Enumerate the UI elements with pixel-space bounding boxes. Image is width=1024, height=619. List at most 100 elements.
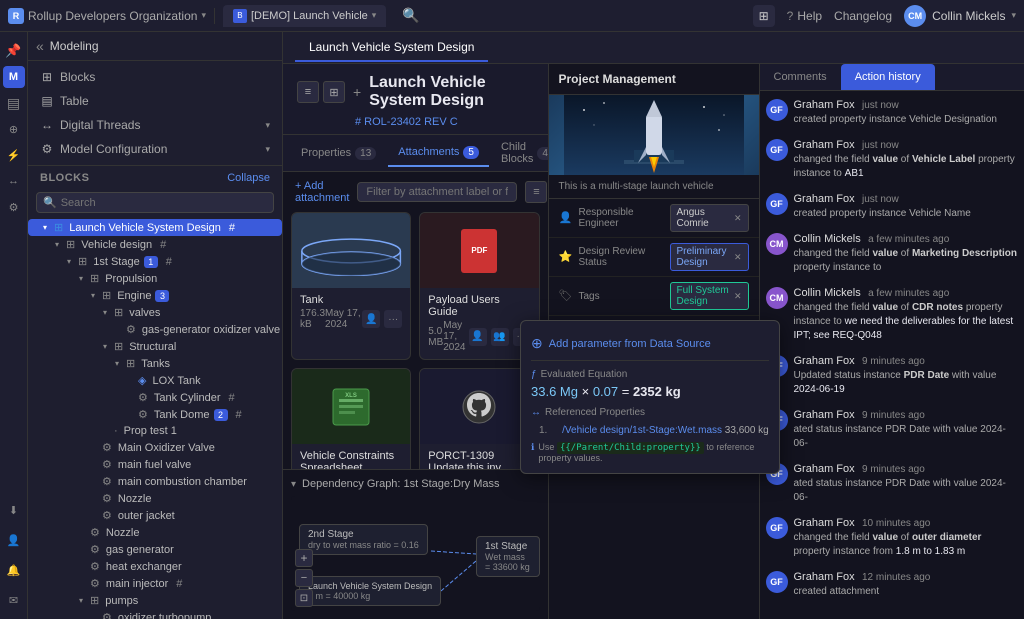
remove-design-icon[interactable]: ✕	[734, 252, 742, 263]
rail-pin-icon[interactable]: 📌	[3, 40, 25, 62]
prop-icon: ⊞	[90, 272, 99, 285]
rail-notify-icon[interactable]: 🔔	[3, 559, 25, 581]
tab-properties[interactable]: Properties 13	[291, 141, 386, 166]
attachment-info: Vehicle Constraints Spreadsheet May 17, …	[292, 444, 410, 469]
tree-item-main-injector[interactable]: ▾ ⚙ main injector #	[28, 575, 282, 592]
sidebar-item-digital-threads[interactable]: ↔ Digital Threads ▾	[28, 113, 282, 137]
tree-item-ox-pump[interactable]: ▾ ⚙ oxidizer turbopump	[28, 609, 282, 619]
tree-item-1st-stage[interactable]: ▾ ⊞ 1st Stage 1 #	[28, 253, 282, 270]
block-title: Launch Vehicle System Design	[369, 74, 533, 110]
project-description: This is a multi-stage launch vehicle	[549, 175, 759, 199]
tree-item-heat-ex[interactable]: ▾ ⚙ heat exchanger	[28, 558, 282, 575]
org-selector[interactable]: R Rollup Developers Organization ▾	[8, 8, 206, 24]
rail-connect-icon[interactable]: ↔	[3, 170, 25, 192]
tree-item-root[interactable]: ▾ ⊞ Launch Vehicle System Design #	[28, 219, 282, 236]
zoom-in-button[interactable]: +	[295, 549, 313, 567]
tab-chevron-icon: ▾	[372, 10, 377, 21]
demo-tab[interactable]: B [DEMO] Launch Vehicle ▾	[223, 5, 386, 27]
rail-filter-icon[interactable]: ⚡	[3, 144, 25, 166]
avatar-cm: CM	[766, 287, 788, 309]
add-attachment-button[interactable]: + Add attachment	[295, 180, 349, 204]
block-list-icon[interactable]: ≡	[297, 81, 319, 103]
tree-item-pumps[interactable]: ▾ ⊞ pumps	[28, 592, 282, 609]
attachment-filter-input[interactable]	[357, 182, 517, 202]
tree-item-main-fuel[interactable]: ▾ ⚙ main fuel valve	[28, 456, 282, 473]
collapse-button[interactable]: Collapse	[227, 172, 270, 184]
list-view-button[interactable]: ≡	[525, 181, 547, 203]
dep-node-2nd-stage: 2nd Stage dry to wet mass ratio = 0.16	[299, 524, 428, 555]
help-button[interactable]: ? Help	[787, 9, 822, 23]
user-menu[interactable]: CM Collin Mickels ▾	[904, 5, 1016, 27]
tree-item-main-ox[interactable]: ▾ ⚙ Main Oxidizer Valve	[28, 439, 282, 456]
sidebar-item-table[interactable]: ▤ Table	[28, 89, 282, 113]
ref-item[interactable]: /Vehicle design/1st-Stage:Wet.mass	[562, 425, 722, 436]
search-icon[interactable]: 🔍	[402, 7, 419, 24]
activity-item: GF Graham Fox 10 minutes ago changed the…	[766, 515, 1019, 559]
user-chevron-icon: ▾	[1011, 10, 1016, 21]
tab-attachments[interactable]: Attachments 5	[388, 140, 489, 167]
engineer-chip[interactable]: Angus Comrie ✕	[670, 204, 749, 232]
tree-item-nozzle[interactable]: ▾ ⚙ Nozzle	[28, 490, 282, 507]
tree-item-gas-gen2[interactable]: ▾ ⚙ gas generator	[28, 541, 282, 558]
fit-view-button[interactable]: ⊡	[295, 589, 313, 607]
app-container: R Rollup Developers Organization ▾ B [DE…	[0, 0, 1024, 619]
launch-vehicle-tab[interactable]: Launch Vehicle System Design	[295, 34, 488, 62]
tree-item-tank-cylinder[interactable]: ▾ ⚙ Tank Cylinder #	[28, 389, 282, 406]
tab-comments[interactable]: Comments	[760, 64, 841, 90]
rail-search-icon[interactable]: ⊕	[3, 118, 25, 140]
activity-content: Graham Fox just now changed the field va…	[794, 137, 1019, 181]
top-bar: R Rollup Developers Organization ▾ B [DE…	[0, 0, 1024, 32]
tree-item-structural[interactable]: ▾ ⊞ Structural	[28, 338, 282, 355]
rail-model-icon[interactable]: M	[3, 66, 25, 88]
sidebar-item-blocks[interactable]: ⊞ Blocks	[28, 65, 282, 89]
rail-download-icon[interactable]: ⬇	[3, 499, 25, 521]
remove-tag-icon[interactable]: ✕	[734, 291, 742, 302]
sidebar: « Modeling ⊞ Blocks ▤ Table ↔ Digital Th…	[28, 32, 283, 619]
zoom-out-button[interactable]: −	[295, 569, 313, 587]
sidebar-collapse-icon[interactable]: «	[36, 38, 44, 54]
rail-table-icon[interactable]: ▤	[3, 92, 25, 114]
tab-child-blocks[interactable]: Child Blocks 4	[491, 135, 549, 171]
tags-chip[interactable]: Full System Design ✕	[670, 282, 749, 310]
gear-icon: ⚙	[90, 526, 100, 539]
tree-item-propulsion[interactable]: ▾ ⊞ Propulsion	[28, 270, 282, 287]
add-param-button[interactable]: ⊕ Add parameter from Data Source	[531, 331, 769, 361]
dep-graph-header[interactable]: ▾ Dependency Graph: 1st Stage:Dry Mass	[291, 478, 540, 490]
zoom-controls: + − ⊡	[295, 549, 313, 607]
tree-item-gas-gen[interactable]: ▾ ⚙ gas-generator oxidizer valve	[28, 321, 282, 338]
rail-settings-icon[interactable]: ⚙	[3, 196, 25, 218]
tree-item-tanks[interactable]: ▾ ⊞ Tanks	[28, 355, 282, 372]
tab-action-history[interactable]: Action history	[841, 64, 935, 90]
more-att-button[interactable]: ···	[384, 310, 402, 328]
tree-item-lox-tank[interactable]: ▾ ◈ LOX Tank	[28, 372, 282, 389]
avatar-gf: GF	[766, 99, 788, 121]
design-review-chip[interactable]: Preliminary Design ✕	[670, 243, 749, 271]
tree-item-vehicle-design[interactable]: ▾ ⊞ Vehicle design #	[28, 236, 282, 253]
block-grid-icon[interactable]: ⊞	[323, 81, 345, 103]
caret-icon: ▾	[40, 223, 50, 233]
rail-user-icon[interactable]: 👤	[3, 529, 25, 551]
sidebar-item-model-config[interactable]: ⚙ Model Configuration ▾	[28, 137, 282, 161]
block-icon-buttons: ≡ ⊞	[297, 81, 345, 103]
blocks-icon: ⊞	[40, 70, 54, 84]
remove-engineer-icon[interactable]: ✕	[734, 213, 742, 224]
search-input[interactable]	[61, 197, 267, 209]
tree-item-prop-test[interactable]: ▾ · Prop test 1	[28, 423, 282, 439]
apps-icon[interactable]: ⊞	[753, 5, 775, 27]
tree-item-engine[interactable]: ▾ ⊞ Engine 3	[28, 287, 282, 304]
rail-mail-icon[interactable]: ✉	[3, 589, 25, 611]
config-icon: ⚙	[40, 142, 54, 156]
user-att-icon: 👤	[469, 328, 487, 346]
sidebar-search[interactable]: 🔍	[36, 192, 274, 213]
vehicle-icon: ⊞	[66, 238, 75, 251]
changelog-button[interactable]: Changelog	[834, 9, 892, 23]
engine-icon: ⊞	[102, 289, 111, 302]
tree-item-tank-dome[interactable]: ▾ ⚙ Tank Dome 2 #	[28, 406, 282, 423]
tree-item-mcc[interactable]: ▾ ⚙ main combustion chamber	[28, 473, 282, 490]
tree-item-nozzle2[interactable]: ▾ ⚙ Nozzle	[28, 524, 282, 541]
valves-icon: ⊞	[114, 306, 123, 319]
tree-item-valves[interactable]: ▾ ⊞ valves	[28, 304, 282, 321]
block-ref[interactable]: # ROL-23402 REV C	[355, 116, 458, 128]
activity-content: Graham Fox 10 minutes ago changed the fi…	[794, 515, 1019, 559]
tree-item-outer-jacket[interactable]: ▾ ⚙ outer jacket	[28, 507, 282, 524]
